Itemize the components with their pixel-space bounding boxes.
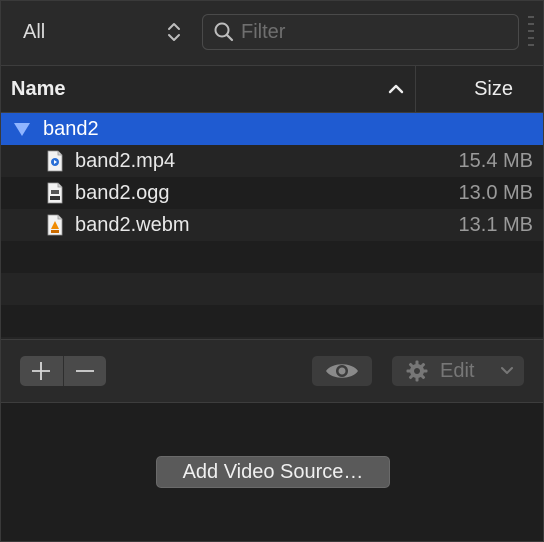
plus-icon <box>32 362 51 380</box>
file-name: band2.mp4 <box>75 149 176 172</box>
name-column-label: Name <box>11 78 66 100</box>
eye-icon <box>326 364 358 378</box>
group-row[interactable]: band2 <box>1 113 543 145</box>
add-video-source-button[interactable]: Add Video Source… <box>156 456 390 488</box>
file-list: band2 band2.mp4 15.4 MB band2.ogg 13.0 M… <box>1 113 543 369</box>
file-row[interactable]: band2.mp4 15.4 MB <box>1 145 543 177</box>
ogg-file-icon <box>47 182 63 204</box>
name-column-header[interactable]: Name <box>1 66 416 112</box>
file-size: 13.1 MB <box>458 213 533 236</box>
size-column-label: Size <box>474 78 513 100</box>
filter-input[interactable] <box>239 19 503 45</box>
preview-button[interactable] <box>312 356 372 386</box>
minus-icon <box>75 370 94 372</box>
gear-icon <box>406 360 428 382</box>
scope-label: All <box>23 20 46 43</box>
file-size: 15.4 MB <box>458 149 533 172</box>
empty-row <box>1 273 543 305</box>
empty-row <box>1 305 543 337</box>
file-size: 13.0 MB <box>458 181 533 204</box>
group-name: band2 <box>43 117 99 140</box>
media-sources-panel: All Name Size <box>0 0 544 542</box>
size-column-header[interactable]: Size <box>416 66 543 112</box>
chevron-down-icon <box>501 367 513 374</box>
filter-field[interactable] <box>202 14 519 50</box>
list-header: Name Size <box>1 66 543 113</box>
file-row[interactable]: band2.ogg 13.0 MB <box>1 177 543 209</box>
search-icon <box>214 22 234 42</box>
disclosure-triangle-icon[interactable] <box>13 121 31 137</box>
resize-grip-icon[interactable] <box>528 16 534 46</box>
webm-file-icon <box>47 214 63 236</box>
mp4-file-icon <box>47 150 63 172</box>
file-name: band2.ogg <box>75 181 170 204</box>
file-name: band2.webm <box>75 213 190 236</box>
add-button[interactable] <box>20 356 63 386</box>
add-remove-segmented-control <box>20 356 106 386</box>
up-down-chevron-icon <box>168 23 180 41</box>
bottom-toolbar: Edit <box>1 339 543 403</box>
sort-ascending-icon <box>388 84 404 94</box>
scope-popup[interactable]: All <box>11 13 191 51</box>
toolbar: All <box>1 1 543 66</box>
edit-popup-button[interactable]: Edit <box>392 356 524 386</box>
file-row[interactable]: band2.webm 13.1 MB <box>1 209 543 241</box>
remove-button[interactable] <box>62 356 107 386</box>
edit-label: Edit <box>440 359 475 382</box>
empty-row <box>1 241 543 273</box>
